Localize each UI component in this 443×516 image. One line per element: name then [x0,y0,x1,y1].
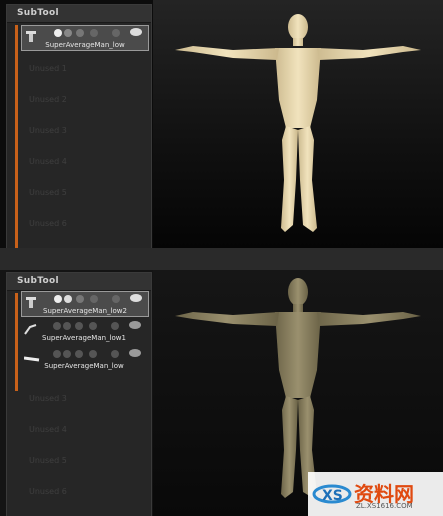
top-screenshot: SubTool SuperAverageMan_low Unused 1 Unu… [0,0,443,248]
color-icon[interactable] [89,322,97,330]
subtool-scrollbar[interactable] [15,293,18,391]
subtool-slot-superaverageman-low[interactable]: SuperAverageMan_low [21,347,147,371]
bottom-screenshot: SubTool SuperAverageMan_low2 SuperAverag… [0,270,443,516]
viewport-canvas-bottom[interactable]: XS 资料网 ZL.XS1616.COM [153,270,443,516]
brush-icon[interactable] [112,29,120,37]
subtool-label: SuperAverageMan_low [44,362,124,370]
subtool-visibility-icons [54,28,146,39]
material-icon[interactable] [76,29,84,37]
subtool-thumbnail-icon [24,321,37,335]
transparency-icon[interactable] [63,322,71,330]
unused-slot: Unused 6 [29,487,67,496]
subtool-label: SuperAverageMan_low2 [43,307,127,315]
solo-icon[interactable] [54,295,62,303]
color-icon[interactable] [90,29,98,37]
unused-slot: Unused 4 [29,425,67,434]
subtool-label: SuperAverageMan_low [45,41,125,49]
solo-icon[interactable] [53,350,61,358]
viewport-canvas-top[interactable] [153,0,443,248]
watermark-swoosh-icon: XS [312,484,352,504]
subtool-panel-top: SubTool SuperAverageMan_low Unused 1 Unu… [6,4,152,248]
svg-text:XS: XS [322,488,343,504]
solo-icon[interactable] [53,322,61,330]
unused-slot: Unused 3 [29,126,67,135]
subtool-visibility-icons [53,349,145,360]
unused-slot: Unused 4 [29,157,67,166]
subtool-label: SuperAverageMan_low1 [42,334,126,342]
watermark-url: ZL.XS1616.COM [356,502,413,510]
transparency-icon[interactable] [64,29,72,37]
solo-icon[interactable] [54,29,62,37]
color-icon[interactable] [90,295,98,303]
human-model-light [175,14,421,232]
subtool-slot-superaverageman-low[interactable]: SuperAverageMan_low [21,25,149,51]
eye-icon[interactable] [129,349,141,357]
eye-icon[interactable] [130,294,142,302]
transparency-icon[interactable] [63,350,71,358]
material-icon[interactable] [75,322,83,330]
color-icon[interactable] [89,350,97,358]
subtool-title: SubTool [17,276,59,286]
unused-slot: Unused 2 [29,95,67,104]
subtool-panel-bottom: SubTool SuperAverageMan_low2 SuperAverag… [6,272,152,516]
watermark-logo: XS 资料网 ZL.XS1616.COM [308,472,443,516]
subtool-scrollbar[interactable] [15,25,18,248]
material-icon[interactable] [75,350,83,358]
subtool-slot-superaverageman-low1[interactable]: SuperAverageMan_low1 [21,319,147,343]
subtool-thumbnail-icon [23,349,40,362]
unused-slot: Unused 1 [29,64,67,73]
material-icon[interactable] [76,295,84,303]
unused-slot: Unused 6 [29,219,67,228]
brush-icon[interactable] [111,322,119,330]
eye-icon[interactable] [130,28,142,36]
subtool-title: SubTool [17,8,59,18]
subtool-slot-superaverageman-low2[interactable]: SuperAverageMan_low2 [21,291,149,317]
eye-icon[interactable] [129,321,141,329]
brush-icon[interactable] [111,350,119,358]
unused-slot: Unused 5 [29,456,67,465]
subtool-visibility-icons [54,294,146,305]
transparency-icon[interactable] [64,295,72,303]
unused-slot: Unused 3 [29,394,67,403]
unused-slot: Unused 5 [29,188,67,197]
subtool-thumbnail-icon [25,294,37,308]
section-divider [0,248,443,270]
subtool-visibility-icons [53,321,145,332]
subtool-thumbnail-icon [25,28,37,42]
brush-icon[interactable] [112,295,120,303]
